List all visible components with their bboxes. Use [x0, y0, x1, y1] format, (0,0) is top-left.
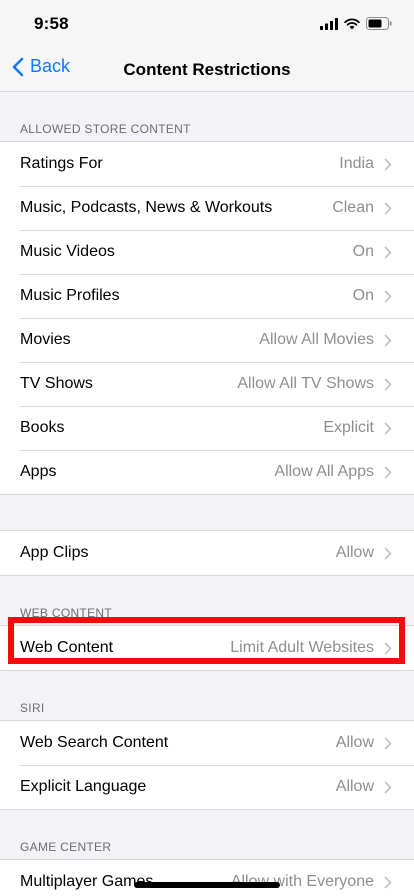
row-value: Allow All Apps	[274, 463, 374, 480]
row-label: App Clips	[20, 544, 89, 561]
wifi-icon	[344, 17, 360, 29]
chevron-right-icon	[384, 334, 392, 346]
row-value: India	[339, 155, 374, 172]
row-value: Explicit	[323, 419, 374, 436]
status-time: 9:58	[34, 14, 69, 33]
section-header-web: WEB CONTENT	[0, 576, 414, 625]
chevron-right-icon	[384, 466, 392, 478]
chevron-right-icon	[384, 422, 392, 434]
row-label: TV Shows	[20, 375, 93, 392]
chevron-right-icon	[384, 246, 392, 258]
row-label: Web Search Content	[20, 734, 169, 751]
chevron-right-icon	[384, 158, 392, 170]
row-web-content[interactable]: Web Content Limit Adult Websites	[0, 626, 414, 670]
row-value: Allow	[335, 778, 374, 795]
row-label: Explicit Language	[20, 778, 147, 795]
row-music-profiles[interactable]: Music Profiles On	[0, 274, 414, 318]
row-label: Ratings For	[20, 155, 103, 172]
chevron-right-icon	[384, 876, 392, 888]
chevron-right-icon	[384, 290, 392, 302]
row-value: Allow All TV Shows	[237, 375, 374, 392]
row-label: Movies	[20, 331, 71, 348]
row-label: Music, Podcasts, News & Workouts	[20, 199, 273, 216]
store-content-group: Ratings For India Music, Podcasts, News …	[0, 141, 414, 495]
row-value: Clean	[332, 199, 374, 216]
row-value: Allow	[335, 544, 374, 561]
navigation-bar: Back Content Restrictions	[0, 48, 414, 92]
chevron-right-icon	[384, 642, 392, 654]
chevron-right-icon	[384, 781, 392, 793]
row-value: On	[352, 243, 374, 260]
chevron-right-icon	[384, 202, 392, 214]
row-movies[interactable]: Movies Allow All Movies	[0, 318, 414, 362]
app-clips-group: App Clips Allow	[0, 530, 414, 576]
row-ratings-for[interactable]: Ratings For India	[0, 142, 414, 186]
web-content-group: Web Content Limit Adult Websites	[0, 625, 414, 671]
row-music-podcasts[interactable]: Music, Podcasts, News & Workouts Clean	[0, 186, 414, 230]
row-books[interactable]: Books Explicit	[0, 406, 414, 450]
row-apps[interactable]: Apps Allow All Apps	[0, 450, 414, 494]
row-tv-shows[interactable]: TV Shows Allow All TV Shows	[0, 362, 414, 406]
row-value: Allow All Movies	[259, 331, 374, 348]
row-value: Allow	[335, 734, 374, 751]
chevron-right-icon	[384, 378, 392, 390]
row-value: Limit Adult Websites	[230, 639, 374, 656]
row-label: Books	[20, 419, 65, 436]
section-header-siri: SIRI	[0, 671, 414, 720]
section-spacer	[0, 495, 414, 530]
row-label: Web Content	[20, 639, 114, 656]
home-indicator	[134, 882, 280, 888]
battery-icon	[366, 17, 392, 30]
row-explicit-language[interactable]: Explicit Language Allow	[0, 765, 414, 809]
chevron-right-icon	[384, 737, 392, 749]
row-app-clips[interactable]: App Clips Allow	[0, 531, 414, 575]
status-icons	[320, 17, 392, 30]
row-value: On	[352, 287, 374, 304]
row-multiplayer-games[interactable]: Multiplayer Games Allow with Everyone	[0, 860, 414, 896]
chevron-right-icon	[384, 547, 392, 559]
row-label: Music Profiles	[20, 287, 120, 304]
game-center-group: Multiplayer Games Allow with Everyone	[0, 859, 414, 896]
row-music-videos[interactable]: Music Videos On	[0, 230, 414, 274]
siri-group: Web Search Content Allow Explicit Langua…	[0, 720, 414, 810]
row-label: Music Videos	[20, 243, 115, 260]
status-bar: 9:58	[0, 0, 414, 48]
section-header-store: ALLOWED STORE CONTENT	[0, 92, 414, 141]
signal-icon	[320, 17, 338, 30]
page-title: Content Restrictions	[123, 60, 291, 79]
row-web-search-content[interactable]: Web Search Content Allow	[0, 721, 414, 765]
row-label: Apps	[20, 463, 57, 480]
section-header-game-center: GAME CENTER	[0, 810, 414, 859]
